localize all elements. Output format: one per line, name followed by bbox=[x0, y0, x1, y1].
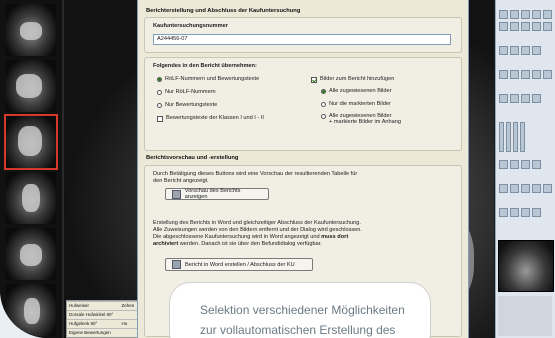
tool-row[interactable] bbox=[499, 10, 553, 19]
tool-panel bbox=[495, 0, 555, 338]
caption-box: Selektion verschiedener Möglichkeiten zur… bbox=[170, 283, 430, 338]
word-icon bbox=[172, 260, 181, 269]
tool-row[interactable] bbox=[499, 46, 553, 55]
section-title-preview: Berichtsvorschau und -erstellung bbox=[146, 155, 239, 161]
radio-option[interactable]: Nur Bewertungstexte bbox=[157, 102, 217, 108]
radio-option[interactable]: RöLF-Nummern und Bewertungstexte bbox=[157, 76, 259, 82]
radio-option[interactable]: Alle zugewiesenen Bilder + markierte Bild… bbox=[321, 113, 401, 125]
document-icon bbox=[172, 189, 181, 199]
tool-row[interactable] bbox=[499, 70, 553, 79]
add-images-checkbox[interactable]: Bilder zum Bericht hinzufügen bbox=[311, 76, 394, 83]
preview-description: Durch Betätigung dieses Buttons wird ein… bbox=[153, 171, 358, 184]
radio-option[interactable]: Nur die markierten Bilder bbox=[321, 101, 391, 107]
create-report-button[interactable]: Bericht in Word erstellen / Abschluss de… bbox=[165, 258, 313, 271]
preview-thumbnail bbox=[498, 240, 554, 292]
tool-row[interactable] bbox=[499, 94, 553, 103]
thumbnail-image-selected[interactable] bbox=[4, 114, 58, 170]
group-include-options: Folgendes in den Bericht übernehmen: RöL… bbox=[144, 57, 462, 151]
tool-row[interactable] bbox=[499, 160, 553, 169]
thumbnail-strip bbox=[0, 0, 64, 338]
section-title-report: Berichterstellung und Abschluss der Kauf… bbox=[146, 8, 301, 14]
tool-row[interactable] bbox=[499, 22, 553, 31]
tool-row[interactable] bbox=[499, 184, 553, 193]
include-options-title: Folgendes in den Bericht übernehmen: bbox=[153, 63, 257, 69]
preview-report-button[interactable]: Vorschau des Berichts anzeigen bbox=[165, 188, 269, 200]
field-label: Kaufuntersuchungsnummer bbox=[153, 23, 228, 29]
caption-text: Selektion verschiedener Möglichkeiten zur… bbox=[200, 303, 405, 337]
thumbnail-image[interactable] bbox=[6, 284, 56, 336]
tool-row[interactable] bbox=[499, 208, 553, 217]
radio-option[interactable]: Nur RöLF-Nummern bbox=[157, 89, 216, 95]
thumbnail-image[interactable] bbox=[6, 4, 56, 56]
create-description: Erstellung des Berichts in Word und glei… bbox=[153, 220, 362, 247]
thumbnail-image[interactable] bbox=[6, 172, 56, 224]
slider-group[interactable] bbox=[499, 122, 553, 152]
classes-checkbox[interactable]: Bewertungstexte der Klassen I und I - II bbox=[157, 115, 264, 122]
thumbnail-image[interactable] bbox=[6, 60, 56, 112]
tool-panel-footer bbox=[498, 296, 552, 336]
kaufuntersuchungsnummer-input[interactable]: A244456-07 bbox=[153, 34, 451, 45]
radio-option[interactable]: Alle zugewiesenen Bilder bbox=[321, 88, 392, 94]
thumbnail-image[interactable] bbox=[6, 228, 56, 280]
group-kaufuntersuchung: Kaufuntersuchungsnummer A244456-07 bbox=[144, 17, 462, 53]
screenshot-frame: Hufweiser Zehen Dorsale Hufwinkel 80° Huf… bbox=[0, 0, 555, 338]
